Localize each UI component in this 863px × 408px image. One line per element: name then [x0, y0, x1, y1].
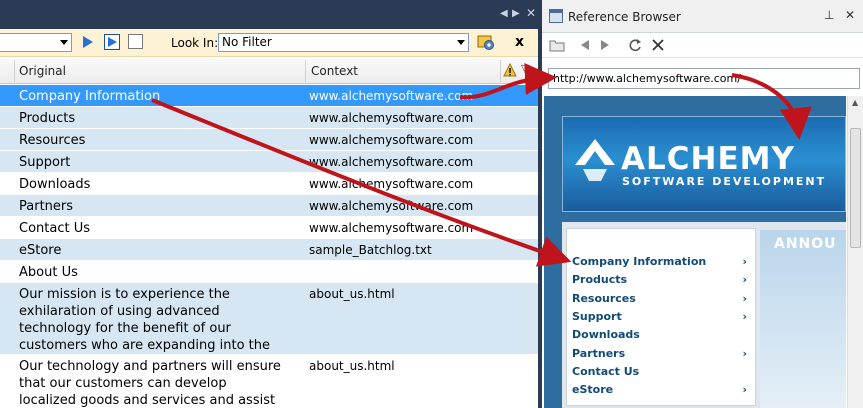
scroll-right-icon[interactable]: ▶ [512, 8, 520, 19]
column-context[interactable]: Context [311, 64, 358, 78]
back-arrow-icon[interactable] [580, 39, 590, 51]
cell-original: Support [19, 155, 71, 170]
look-in-value: No Filter [222, 35, 272, 49]
cell-context: www.alchemysoftware.com [309, 111, 474, 125]
site-nav-item[interactable]: Company Information › [572, 255, 757, 268]
table-row[interactable]: Downloads www.alchemysoftware.com [0, 173, 538, 195]
site-content: Company Information › Products › Resources… [562, 222, 846, 408]
table-row[interactable]: Our mission is to experience the exhilar… [0, 283, 538, 370]
refresh-icon[interactable] [628, 38, 642, 52]
table-row[interactable]: eStore sample_Batchlog.txt [0, 239, 538, 261]
cell-original: eStore [19, 243, 62, 258]
site-nav-item[interactable]: eStore › [572, 383, 757, 396]
table-row[interactable]: Contact Us www.alchemysoftware.com [0, 217, 538, 239]
table-row[interactable]: Products www.alchemysoftware.com [0, 107, 538, 129]
play-frame-icon[interactable] [104, 34, 120, 50]
site-nav-item[interactable]: Downloads [572, 328, 757, 341]
cell-context: www.alchemysoftware.com [309, 155, 474, 169]
cell-context: www.alchemysoftware.com [309, 133, 474, 147]
filter-toolbar: Look In: No Filter x [0, 29, 538, 57]
cell-context: www.alchemysoftware.com [309, 199, 474, 213]
site-banner: ALCHEMY SOFTWARE DEVELOPMENT [562, 116, 846, 212]
site-nav-menu: Company Information › Products › Resources… [566, 228, 756, 406]
reference-browser-panel: Reference Browser ⊥ ✕ http://www.alchemy… [542, 0, 863, 408]
logo-text: ALCHEMY [621, 141, 795, 177]
cell-original: Products [19, 111, 76, 126]
announcements-heading: ANNOU [774, 236, 837, 252]
panel-title: Reference Browser [568, 10, 681, 24]
cell-context: www.alchemysoftware.com [309, 221, 474, 235]
more-columns-icon[interactable]: ▽ [521, 62, 529, 75]
cell-context: about_us.html [309, 287, 395, 301]
close-icon[interactable]: ✕ [845, 8, 855, 22]
logo-subtitle: SOFTWARE DEVELOPMENT [622, 175, 827, 188]
look-in-label: Look In: [171, 36, 219, 50]
web-page-view: ALCHEMY SOFTWARE DEVELOPMENT Company Inf… [544, 96, 846, 408]
vertical-scrollbar[interactable]: ▲ [847, 96, 863, 408]
cell-original: Resources [19, 133, 86, 148]
cell-original: About Us [19, 265, 78, 280]
cell-context: www.alchemysoftware.com [309, 89, 474, 103]
stop-icon[interactable] [651, 38, 665, 52]
table-row[interactable]: Our technology and partners will ensure … [0, 355, 538, 408]
filter-settings-icon[interactable] [477, 33, 495, 51]
cell-original: Company Information [19, 89, 161, 104]
close-panel-icon[interactable]: ✕ [526, 6, 536, 20]
close-filter-button[interactable]: x [515, 34, 524, 50]
url-input[interactable]: http://www.alchemysoftware.com/ [548, 68, 860, 89]
forward-arrow-icon[interactable] [600, 39, 610, 51]
blank-frame-icon[interactable] [128, 34, 143, 49]
warning-icon [503, 63, 517, 77]
grid-header: Original Context ▽ [0, 58, 538, 84]
column-original[interactable]: Original [19, 64, 66, 78]
announcements-panel: ANNOU [760, 230, 846, 408]
open-folder-icon[interactable] [549, 38, 565, 52]
table-row[interactable]: Resources www.alchemysoftware.com [0, 129, 538, 151]
scrollbar-thumb[interactable] [850, 128, 861, 248]
left-panel-titlebar: ◀ ▶ ✕ [0, 0, 538, 29]
site-nav-item[interactable]: Partners › [572, 347, 757, 360]
translation-grid-panel: ◀ ▶ ✕ Look In: No Filter x Original Cont… [0, 0, 538, 408]
pin-icon[interactable]: ⊥ [824, 8, 834, 22]
alchemy-logo-icon [575, 139, 615, 181]
table-row[interactable]: Support www.alchemysoftware.com [0, 151, 538, 173]
scroll-up-icon[interactable]: ▲ [852, 98, 858, 107]
cell-context: sample_Batchlog.txt [309, 243, 432, 257]
reference-browser-titlebar: Reference Browser ⊥ ✕ [542, 0, 863, 33]
cell-original: Contact Us [19, 221, 90, 236]
play-icon[interactable] [82, 35, 94, 49]
cell-original: Our technology and partners will ensure … [19, 359, 281, 408]
site-nav-item[interactable]: Support › [572, 310, 757, 323]
table-row[interactable]: About Us [0, 261, 538, 283]
site-nav-item[interactable]: Contact Us [572, 365, 757, 378]
site-nav-item[interactable]: Products › [572, 273, 757, 286]
cell-original: Partners [19, 199, 74, 214]
table-row[interactable]: Partners www.alchemysoftware.com [0, 195, 538, 217]
site-nav-item[interactable]: Resources › [572, 292, 757, 305]
browser-window-icon [549, 9, 563, 23]
search-combo[interactable] [0, 33, 72, 52]
table-row[interactable]: Company Information www.alchemysoftware.… [0, 85, 538, 107]
scroll-left-icon[interactable]: ◀ [500, 8, 508, 19]
look-in-select[interactable]: No Filter [218, 33, 469, 52]
cell-context: about_us.html [309, 359, 395, 373]
browser-toolbar [542, 33, 863, 58]
cell-context: www.alchemysoftware.com [309, 177, 474, 191]
cell-original: Downloads [19, 177, 91, 192]
